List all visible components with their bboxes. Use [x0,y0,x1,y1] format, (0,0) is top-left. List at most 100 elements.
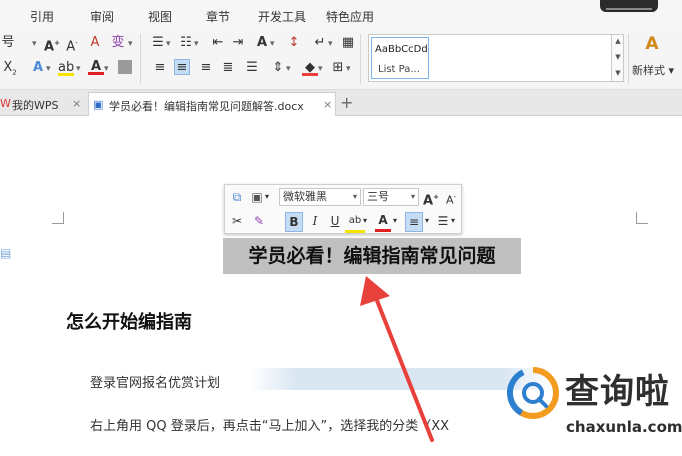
scroll-down-icon[interactable]: ▼ [612,53,624,61]
font-size-value: 三号 [367,190,389,203]
align-chevron-down-icon[interactable]: ▾ [425,212,429,230]
sort-icon[interactable]: ↕ [286,35,302,51]
menu-developer-tools[interactable]: 开发工具 [258,8,306,25]
highlight-chevron-down-icon[interactable]: ▾ [76,61,81,77]
line-spacing-icon[interactable]: ⇕ [270,60,286,76]
tab-my-wps[interactable]: W 我的WPS × [0,92,84,116]
styles-gallery[interactable]: AaBbCcDd List Pa... [368,34,612,82]
styles-scrollbar[interactable]: ▲ ▼ ▼ [612,34,624,82]
distribute-icon[interactable]: ☰ [244,60,260,76]
align-center-button[interactable]: ≡ [405,212,423,232]
scroll-more-icon[interactable]: ▼ [612,69,624,77]
paste-chevron-down-icon[interactable]: ▾ [265,188,269,206]
tab-document[interactable]: ▣ 学员必看！编辑指南常见问题解答.docx × [88,92,336,116]
new-style-icon[interactable]: A [641,34,663,56]
paste-icon[interactable]: ▣ [249,188,265,206]
clear-format-icon[interactable]: A [87,35,103,51]
bullets-list-icon[interactable]: ☰ [150,35,166,51]
paragraph-2[interactable]: 右上角用 QQ 登录后，再点击“马上加入”，选择我的分类（XX [90,415,449,434]
style-tile-list-paragraph[interactable]: AaBbCcDd List Pa... [371,37,429,79]
add-tab-icon[interactable]: + [340,93,353,112]
menu-view[interactable]: 视图 [148,8,172,25]
line-spacing-chevron-down-icon[interactable]: ▾ [451,212,455,230]
menu-references[interactable]: 引用 [30,8,54,25]
new-style-label: 新样式 [632,64,665,77]
phonetic-guide-icon[interactable]: 变 [110,35,126,51]
font-color-button[interactable]: A [375,211,391,232]
table-grid-icon[interactable]: ▦ [340,35,356,51]
copy-icon[interactable]: ⧉ [229,188,245,206]
font-size-select[interactable]: 三号 ▾ [363,188,419,206]
italic-button[interactable]: I [307,212,323,230]
highlight-chevron-down-icon[interactable]: ▾ [363,212,367,230]
floating-format-toolbar: ⧉ ▣ ▾ 微软雅黑 ▾ 三号 ▾ A+ A- ✂ ✎ B I U ab ▾ A… [224,184,462,234]
ribbon-separator [360,34,361,84]
font-color-chevron-down-icon[interactable]: ▾ [104,61,109,77]
style-sample-text: AaBbCcDd [375,44,428,55]
grow-font-button[interactable]: A+ [423,188,439,210]
increase-indent-icon[interactable]: ⇥ [230,35,246,51]
shrink-font-button[interactable]: A- [443,188,459,210]
document-title[interactable]: 学员必看！编辑指南常见问题 [223,238,521,274]
shading-chevron-down-icon[interactable]: ▾ [318,61,323,77]
scroll-up-icon[interactable]: ▲ [612,37,624,45]
text-effect-chevron-down-icon[interactable]: ▾ [46,61,51,77]
char-shading-icon[interactable] [118,60,132,74]
blurred-link [250,368,550,390]
menu-section[interactable]: 章节 [206,8,230,25]
underline-button[interactable]: U [327,212,343,230]
bold-button[interactable]: B [285,212,303,232]
paste-options-icon[interactable]: ▤ [0,246,11,260]
grow-font-icon[interactable]: A+ [44,35,60,54]
font-family-select[interactable]: 微软雅黑 ▾ [279,188,361,206]
align-center-icon[interactable]: ≡ [174,59,190,75]
phonetic-chevron-down-icon[interactable]: ▾ [128,36,133,52]
shading-icon[interactable]: ◆ [302,60,318,76]
borders-icon[interactable]: ⊞ [330,60,346,76]
close-tab-icon[interactable]: × [72,97,81,110]
watermark-brand-name: 查询啦 [565,372,670,412]
new-style-chevron-down-icon[interactable]: ▾ [669,64,675,77]
numbering-chevron-down-icon[interactable]: ▾ [194,36,199,52]
highlight-color-button[interactable]: ab [345,212,365,233]
text-effect-icon[interactable]: A [30,60,46,76]
numbering-list-icon[interactable]: ☷ [178,35,194,51]
font-dropdown-edge[interactable]: 号 [0,35,16,51]
line-spacing-chevron-down-icon[interactable]: ▾ [286,61,291,77]
wps-logo-icon: W [0,97,11,110]
paragraph-mark-chevron-down-icon[interactable]: ▾ [328,36,333,52]
shrink-font-label: A [445,193,454,207]
decrease-indent-icon[interactable]: ⇤ [210,35,226,51]
cut-icon[interactable]: ✂ [229,212,245,230]
align-left-icon[interactable]: ≡ [152,60,168,76]
new-style-button[interactable]: 新样式 ▾ [632,62,674,78]
char-scale-icon[interactable]: A [254,35,270,51]
section-heading[interactable]: 怎么开始编指南 [66,308,192,334]
char-scale-chevron-down-icon[interactable]: ▾ [270,36,275,52]
borders-chevron-down-icon[interactable]: ▾ [346,61,351,77]
watermark-domain: chaxunla.com [566,418,682,436]
font-family-value: 微软雅黑 [283,190,327,203]
subscript-icon[interactable]: X2 [2,60,18,77]
paragraph-1[interactable]: 登录官网报名优赏计划 [90,372,220,391]
style-name: List Pa... [378,64,420,75]
window-control-button[interactable] [600,0,658,12]
highlight-color-icon[interactable]: ab [58,60,74,76]
paragraph-mark-icon[interactable]: ↵ [312,35,328,51]
bullets-chevron-down-icon[interactable]: ▾ [166,36,171,52]
font-color-icon[interactable]: A [88,59,104,75]
font-size-chevron-down-icon[interactable]: ▾ [32,36,37,52]
line-spacing-button[interactable]: ☰ [435,212,451,230]
menu-review[interactable]: 审阅 [90,8,114,25]
align-right-icon[interactable]: ≡ [198,60,214,76]
page-margin-corner [636,212,648,224]
format-painter-icon[interactable]: ✎ [251,212,267,230]
page-margin-corner [52,212,64,224]
menu-special-apps[interactable]: 特色应用 [326,8,374,25]
close-tab-icon[interactable]: × [323,98,332,111]
ribbon-separator [628,34,629,84]
font-color-chevron-down-icon[interactable]: ▾ [393,212,397,230]
shrink-font-icon[interactable]: A- [64,35,80,54]
font-family-chevron-down-icon: ▾ [352,192,357,201]
justify-icon[interactable]: ≣ [220,60,236,76]
